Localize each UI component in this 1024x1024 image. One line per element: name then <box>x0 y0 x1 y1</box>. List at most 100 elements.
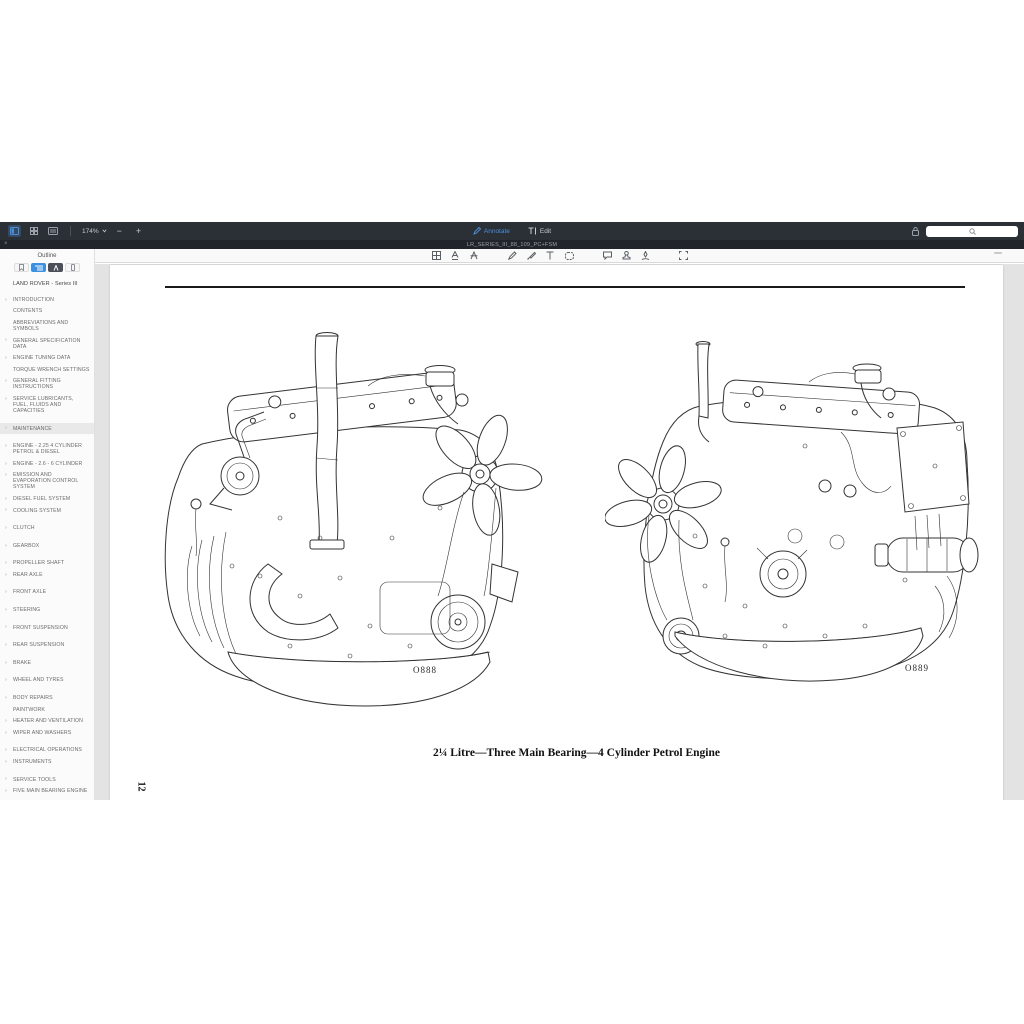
chevron-right-icon[interactable]: › <box>5 572 7 578</box>
highlight-tool-button[interactable] <box>431 251 441 261</box>
sidebar-item-label: FRONT SUSPENSION <box>13 625 68 631</box>
sidebar-item[interactable]: › DIESEL FUEL SYSTEM <box>0 493 94 505</box>
sidebar-item[interactable]: › EMISSION AND EVAPORATION CONTROL SYSTE… <box>0 470 94 494</box>
outline-tab[interactable] <box>31 263 46 272</box>
chevron-right-icon[interactable]: › <box>5 624 7 630</box>
chevron-right-icon[interactable]: › <box>5 472 7 478</box>
chevron-right-icon[interactable]: › <box>5 461 7 467</box>
chevron-right-icon[interactable]: › <box>5 496 7 502</box>
sidebar-item[interactable]: › FRONT SUSPENSION <box>0 622 94 634</box>
document-canvas[interactable]: O888 O889 2¼ Litre—Three Main Bearing—4 … <box>95 264 1024 800</box>
sidebar-item[interactable]: › REAR AXLE <box>0 569 94 581</box>
signature-tool-button[interactable] <box>640 251 650 261</box>
note-tool-button[interactable] <box>602 251 612 261</box>
sidebar-item[interactable]: TORQUE WRENCH SETTINGS <box>0 364 94 376</box>
sidebar-item[interactable]: › SERVICE TOOLS <box>0 774 94 786</box>
sidebar-item[interactable]: › STEERING <box>0 604 94 616</box>
sidebar-item[interactable]: › GENERAL FITTING INSTRUCTIONS <box>0 376 94 394</box>
chevron-right-icon[interactable]: › <box>5 718 7 724</box>
chevron-right-icon[interactable]: › <box>5 788 7 794</box>
sidebar-item[interactable]: › ENGINE - 2.25 4 CYLINDER PETROL & DIES… <box>0 440 94 458</box>
sidebar-item[interactable]: › REAR SUSPENSION <box>0 639 94 651</box>
thumbnail-view-button[interactable] <box>46 225 59 237</box>
add-item-button[interactable]: + Add Item <box>0 797 94 800</box>
sidebar-item-label: BODY REPAIRS <box>13 695 53 701</box>
sidebar-item-label: DIESEL FUEL SYSTEM <box>13 496 70 502</box>
stamp-tool-button[interactable] <box>621 251 631 261</box>
sidebar-item[interactable]: › BRAKE <box>0 657 94 669</box>
outline-list-icon <box>35 265 43 271</box>
document-tab-title[interactable]: LR_SERIES_III_88_109_PC+FSM <box>467 242 557 248</box>
sidebar-item[interactable]: › ELECTRICAL OPERATIONS <box>0 745 94 757</box>
sidebar-item[interactable]: › INSTRUMENTS <box>0 756 94 768</box>
pages-tab[interactable] <box>65 263 80 272</box>
sidebar-item[interactable]: › WHEEL AND TYRES <box>0 675 94 687</box>
view-controls: 174% − + <box>0 225 145 237</box>
chevron-right-icon[interactable]: › <box>5 642 7 648</box>
search-input[interactable] <box>926 226 1018 237</box>
edit-mode-tab[interactable]: Edit <box>528 227 551 235</box>
chevron-right-icon[interactable]: › <box>5 589 7 595</box>
chevron-right-icon[interactable]: › <box>5 660 7 666</box>
chevron-right-icon[interactable]: › <box>5 425 7 431</box>
chevron-right-icon[interactable]: › <box>5 355 7 361</box>
document-tab-bar: × LR_SERIES_III_88_109_PC+FSM <box>0 240 1024 249</box>
chevron-right-icon[interactable]: › <box>5 695 7 701</box>
page-number: 12 <box>136 782 147 792</box>
chevron-right-icon[interactable]: › <box>5 677 7 683</box>
chevron-right-icon[interactable]: › <box>5 525 7 531</box>
strikethrough-text-tool-button[interactable] <box>469 251 479 261</box>
sidebar-item[interactable]: › HEATER AND VENTILATION <box>0 715 94 727</box>
outline-root-item[interactable]: LAND ROVER - Series III <box>0 272 94 287</box>
sidebar-item[interactable]: › ENGINE TUNING DATA <box>0 352 94 364</box>
pdf-page: O888 O889 2¼ Litre—Three Main Bearing—4 … <box>110 265 1003 800</box>
sidebar-item[interactable]: PAINTWORK <box>0 704 94 716</box>
chevron-right-icon[interactable]: › <box>5 297 7 303</box>
chevron-right-icon[interactable]: › <box>5 337 7 343</box>
sidebar-item[interactable]: CONTENTS <box>0 306 94 318</box>
sidebar-item[interactable]: › ENGINE - 2.6 - 6 CYLINDER <box>0 458 94 470</box>
chevron-right-icon[interactable]: › <box>5 396 7 402</box>
annotate-mode-tab[interactable]: Annotate <box>473 227 510 235</box>
fullscreen-tool-button[interactable] <box>678 251 688 261</box>
sidebar-item[interactable]: › SERVICE LUBRICANTS, FUEL, FLUIDS AND C… <box>0 393 94 417</box>
lock-icon[interactable] <box>912 227 919 236</box>
chevron-right-icon[interactable]: › <box>5 607 7 613</box>
chevron-right-icon[interactable]: › <box>5 776 7 782</box>
chevron-right-icon[interactable]: › <box>5 507 7 513</box>
chevron-right-icon[interactable]: › <box>5 730 7 736</box>
chevron-right-icon[interactable]: › <box>5 560 7 566</box>
sidebar-item[interactable]: › COOLING SYSTEM <box>0 505 94 517</box>
close-tab-button[interactable]: × <box>4 241 8 248</box>
zoom-in-button[interactable]: + <box>132 227 145 236</box>
sidebar-item[interactable]: › FIVE MAIN BEARING ENGINE <box>0 785 94 797</box>
sidebar-item[interactable]: › GEARBOX <box>0 540 94 552</box>
sidebar-item[interactable]: › CLUTCH <box>0 522 94 534</box>
page-top-rule <box>165 286 965 288</box>
bookmarks-tab[interactable] <box>14 263 29 272</box>
sidebar-item[interactable]: ABBREVIATIONS AND SYMBOLS <box>0 317 94 335</box>
sidebar-item[interactable]: › INTRODUCTION <box>0 294 94 306</box>
annotations-tab[interactable] <box>48 263 63 272</box>
chevron-right-icon[interactable]: › <box>5 747 7 753</box>
sidebar-item[interactable]: › MAINTENANCE <box>0 423 94 435</box>
sidebar-item[interactable]: › GENERAL SPECIFICATION DATA <box>0 335 94 353</box>
sidebar-item[interactable]: › BODY REPAIRS <box>0 692 94 704</box>
chevron-right-icon[interactable]: › <box>5 759 7 765</box>
sidebar-item[interactable]: › PROPELLER SHAFT <box>0 558 94 570</box>
sidebar-toggle-button[interactable] <box>8 225 21 237</box>
shape-tool-button[interactable] <box>564 251 574 261</box>
underline-text-tool-button[interactable] <box>450 251 460 261</box>
chevron-right-icon[interactable]: › <box>5 543 7 549</box>
sidebar-item[interactable]: › FRONT AXLE <box>0 587 94 599</box>
zoom-out-button[interactable]: − <box>113 227 126 236</box>
scrollbar-indicator[interactable] <box>994 252 1002 254</box>
grid-view-button[interactable] <box>27 225 40 237</box>
pencil-tool-button[interactable] <box>507 251 517 261</box>
text-tool-button[interactable] <box>545 251 555 261</box>
chevron-right-icon[interactable]: › <box>5 378 7 384</box>
zoom-level-dropdown[interactable]: 174% <box>82 228 107 235</box>
sidebar-item[interactable]: › WIPER AND WASHERS <box>0 727 94 739</box>
marker-tool-button[interactable] <box>526 251 536 261</box>
chevron-right-icon[interactable]: › <box>5 443 7 449</box>
